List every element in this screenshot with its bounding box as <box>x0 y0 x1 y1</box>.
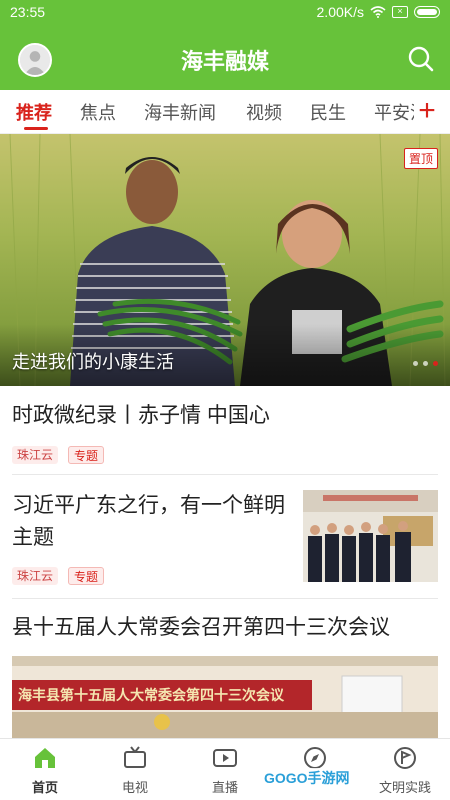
app-header: 23:55 2.00K/s × 海丰融媒 <box>0 0 450 90</box>
nav-home[interactable]: 首页 <box>0 745 90 796</box>
battery-icon <box>414 6 440 18</box>
nav-tv[interactable]: 电视 <box>90 745 180 796</box>
nav-label: 文明实践 <box>378 780 431 795</box>
add-tab-button[interactable]: + <box>414 94 440 130</box>
status-time: 23:55 <box>10 4 46 20</box>
news-image: 海丰县第十五届人大常委会第四十三次会议 <box>12 656 438 738</box>
news-title-line1: 习近平广东之行，有一个鲜明 <box>12 494 285 517</box>
carousel-dot <box>423 361 428 366</box>
divider <box>12 474 438 475</box>
nav-civilization-practice[interactable]: 文明实践 <box>360 745 450 796</box>
tab-livelihood[interactable]: 民生 <box>310 99 346 125</box>
tv-icon <box>124 746 146 768</box>
tab-focus[interactable]: 焦点 <box>80 99 116 125</box>
news-title: 时政微纪录丨赤子情 中国心 <box>12 404 270 427</box>
category-tabs: 推荐 焦点 海丰新闻 视频 民生 平安汕 + <box>0 90 450 134</box>
meeting-banner-text: 海丰县第十五届人大常委会第四十三次会议 <box>18 688 284 704</box>
search-icon[interactable] <box>406 44 436 74</box>
nav-label: 电视 <box>121 780 148 795</box>
tab-haifeng-news[interactable]: 海丰新闻 <box>144 99 216 125</box>
status-bar: 23:55 2.00K/s × <box>0 0 450 26</box>
news-title: 县十五届人大常委会召开第四十三次会议 <box>12 616 390 639</box>
watermark: GOGO手游网 <box>262 768 352 788</box>
topic-tag: 专题 <box>68 567 105 585</box>
tab-recommend[interactable]: 推荐 <box>16 99 52 125</box>
carousel-dot-active <box>433 361 438 366</box>
topic-tag: 专题 <box>68 446 105 464</box>
app-screen: { "status_bar": { "time": "23:55", "spee… <box>0 0 450 800</box>
tab-video[interactable]: 视频 <box>246 99 282 125</box>
news-title-line2: 主题 <box>12 526 54 549</box>
active-tab-indicator <box>24 127 48 130</box>
news-thumbnail <box>303 490 438 582</box>
source-tag: 珠江云 <box>12 446 59 464</box>
flag-icon <box>394 747 416 769</box>
carousel-dot <box>413 361 418 366</box>
wifi-icon <box>370 6 386 18</box>
live-icon <box>213 749 237 767</box>
carousel-indicator <box>413 361 438 366</box>
home-icon <box>35 748 55 768</box>
network-speed: 2.00K/s <box>316 4 364 20</box>
pinned-badge: 置顶 <box>403 148 438 169</box>
bottom-nav: 首页 电视 直播 文明实践 <box>0 738 450 800</box>
app-title: 海丰融媒 <box>180 49 269 74</box>
source-tag: 珠江云 <box>12 567 59 585</box>
nav-live[interactable]: 直播 <box>180 745 270 796</box>
banner-carousel[interactable]: 置顶 走进我们的小康生活 <box>0 134 450 386</box>
divider <box>12 598 438 599</box>
sim-off-icon: × <box>392 6 408 18</box>
nav-label: 直播 <box>211 780 238 795</box>
banner-caption: 走进我们的小康生活 <box>12 352 174 372</box>
nav-label: 首页 <box>31 780 58 795</box>
